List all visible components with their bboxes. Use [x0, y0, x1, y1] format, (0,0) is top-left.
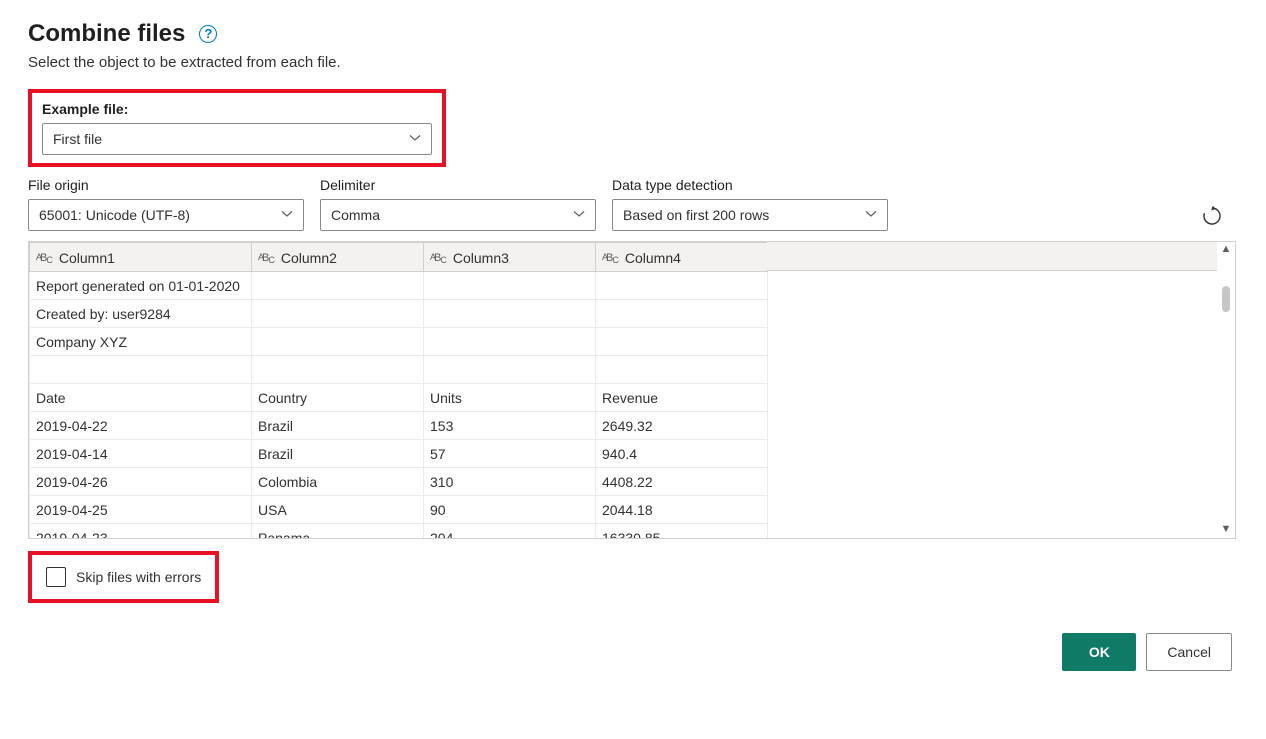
data-type-detection-dropdown[interactable]: Based on first 200 rows: [612, 199, 888, 231]
table-cell: Country: [252, 384, 424, 412]
table-cell: 940.4: [596, 440, 768, 468]
skip-files-highlight: Skip files with errors: [28, 551, 219, 603]
table-cell: 90: [424, 496, 596, 524]
chevron-down-icon: [409, 132, 421, 147]
example-file-label: Example file:: [42, 101, 432, 117]
chevron-down-icon: [573, 208, 585, 223]
column-header[interactable]: B Column2: [252, 243, 424, 272]
example-file-value: First file: [53, 131, 102, 147]
table-row: 2019-04-23Panama20416330.85: [30, 524, 768, 540]
text-type-icon: B: [36, 251, 53, 263]
data-type-detection-value: Based on first 200 rows: [623, 207, 769, 223]
table-cell: Company XYZ: [30, 328, 252, 356]
table-cell: 2019-04-23: [30, 524, 252, 540]
chevron-down-icon: [865, 208, 877, 223]
delimiter-dropdown[interactable]: Comma: [320, 199, 596, 231]
skip-files-label: Skip files with errors: [76, 569, 201, 585]
skip-files-checkbox[interactable]: [46, 567, 66, 587]
table-cell: [252, 356, 424, 384]
delimiter-value: Comma: [331, 207, 380, 223]
table-cell: 57: [424, 440, 596, 468]
example-file-dropdown[interactable]: First file: [42, 123, 432, 155]
chevron-down-icon: [281, 208, 293, 223]
table-cell: Units: [424, 384, 596, 412]
example-file-highlight: Example file: First file: [28, 89, 446, 167]
table-cell: 2019-04-14: [30, 440, 252, 468]
column-header-label: Column4: [625, 250, 681, 266]
table-cell: Created by: user9284: [30, 300, 252, 328]
column-header[interactable]: B Column3: [424, 243, 596, 272]
ok-button[interactable]: OK: [1062, 633, 1136, 671]
file-origin-value: 65001: Unicode (UTF-8): [39, 207, 190, 223]
table-cell: [596, 300, 768, 328]
table-cell: 4408.22: [596, 468, 768, 496]
table-row: 2019-04-26Colombia3104408.22: [30, 468, 768, 496]
table-row: Company XYZ: [30, 328, 768, 356]
table-cell: 153: [424, 412, 596, 440]
table-cell: [252, 272, 424, 300]
preview-table: B Column1 B Column2 B Column3 B Column4 Report …: [28, 241, 1236, 539]
table-cell: Date: [30, 384, 252, 412]
table-row: 2019-04-22Brazil1532649.32: [30, 412, 768, 440]
table-cell: [596, 328, 768, 356]
scroll-down-icon[interactable]: ▼: [1219, 522, 1233, 536]
table-row: [30, 356, 768, 384]
table-cell: [424, 300, 596, 328]
table-cell: 2019-04-22: [30, 412, 252, 440]
cancel-button[interactable]: Cancel: [1146, 633, 1232, 671]
column-header-label: Column3: [453, 250, 509, 266]
table-cell: Panama: [252, 524, 424, 540]
text-type-icon: B: [258, 251, 275, 263]
column-header[interactable]: B Column1: [30, 243, 252, 272]
help-icon[interactable]: ?: [199, 25, 217, 43]
page-title: Combine files: [28, 20, 185, 48]
table-cell: 310: [424, 468, 596, 496]
table-cell: [596, 356, 768, 384]
table-cell: 2649.32: [596, 412, 768, 440]
table-cell: Colombia: [252, 468, 424, 496]
table-cell: 16330.85: [596, 524, 768, 540]
column-header[interactable]: B Column4: [596, 243, 768, 272]
table-cell: 2019-04-26: [30, 468, 252, 496]
table-cell: 204: [424, 524, 596, 540]
table-cell: [596, 272, 768, 300]
refresh-icon[interactable]: [1202, 206, 1222, 226]
table-cell: 2019-04-25: [30, 496, 252, 524]
table-cell: [424, 328, 596, 356]
table-cell: Report generated on 01-01-2020: [30, 272, 252, 300]
table-cell: USA: [252, 496, 424, 524]
table-row: 2019-04-25USA902044.18: [30, 496, 768, 524]
scroll-thumb[interactable]: [1222, 286, 1230, 312]
table-header-empty: [767, 242, 1217, 271]
table-cell: Revenue: [596, 384, 768, 412]
table-cell: 2044.18: [596, 496, 768, 524]
column-header-label: Column1: [59, 250, 115, 266]
table-cell: [30, 356, 252, 384]
table-row: DateCountryUnitsRevenue: [30, 384, 768, 412]
table-cell: Brazil: [252, 440, 424, 468]
table-cell: Brazil: [252, 412, 424, 440]
table-row: 2019-04-14Brazil57940.4: [30, 440, 768, 468]
data-type-detection-label: Data type detection: [612, 177, 888, 193]
column-header-label: Column2: [281, 250, 337, 266]
text-type-icon: B: [430, 251, 447, 263]
table-cell: [252, 300, 424, 328]
scroll-up-icon[interactable]: ▲: [1219, 242, 1233, 256]
table-row: Created by: user9284: [30, 300, 768, 328]
table-cell: [252, 328, 424, 356]
table-cell: [424, 356, 596, 384]
page-subtitle: Select the object to be extracted from e…: [28, 54, 1238, 71]
file-origin-label: File origin: [28, 177, 304, 193]
delimiter-label: Delimiter: [320, 177, 596, 193]
file-origin-dropdown[interactable]: 65001: Unicode (UTF-8): [28, 199, 304, 231]
scrollbar[interactable]: ▲ ▼: [1217, 242, 1235, 538]
text-type-icon: B: [602, 251, 619, 263]
table-cell: [424, 272, 596, 300]
table-row: Report generated on 01-01-2020: [30, 272, 768, 300]
